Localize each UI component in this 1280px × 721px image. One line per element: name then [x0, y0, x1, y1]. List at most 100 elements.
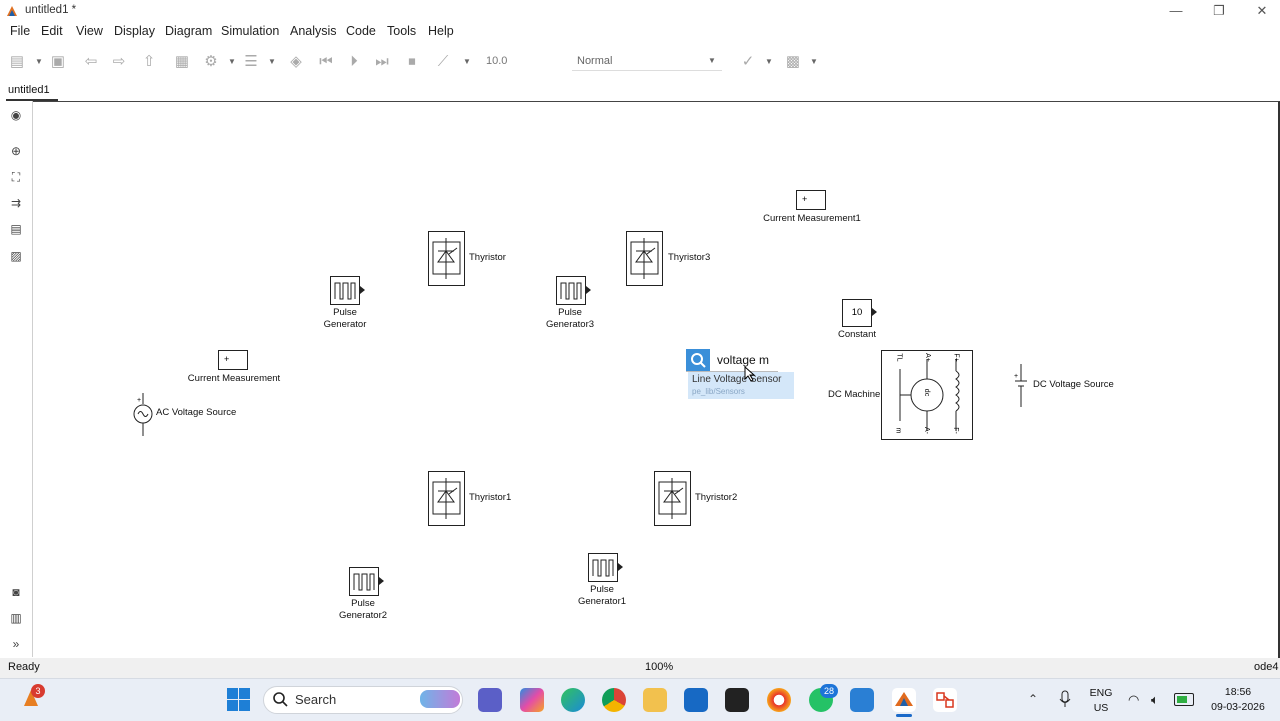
- simulation-mode-select[interactable]: Normal ▼: [572, 51, 722, 71]
- edge-icon[interactable]: [561, 688, 585, 712]
- pulse-generator-block[interactable]: [330, 276, 360, 305]
- terminal-icon[interactable]: [725, 688, 749, 712]
- ac-source-icon: +: [133, 393, 153, 436]
- taskbar-clock[interactable]: 18:56: [1206, 686, 1270, 698]
- thyristor-block[interactable]: [428, 231, 465, 286]
- menu-simulation[interactable]: Simulation: [221, 24, 279, 38]
- quick-insert-search-button[interactable]: [686, 349, 710, 371]
- back-icon[interactable]: ⇦: [82, 53, 100, 71]
- microphone-icon[interactable]: [1058, 690, 1072, 708]
- thyristor2-label: Thyristor2: [695, 492, 738, 503]
- fit-to-view-icon[interactable]: ⛶: [8, 169, 24, 185]
- chrome-icon[interactable]: [602, 688, 626, 712]
- quick-insert-input[interactable]: voltage m: [717, 353, 769, 367]
- pulse-generator2-label-1: Pulse: [351, 598, 375, 609]
- menu-edit[interactable]: Edit: [41, 24, 63, 38]
- file-explorer-icon[interactable]: [643, 688, 667, 712]
- pulse-generator3-block[interactable]: [556, 276, 586, 305]
- menu-view[interactable]: View: [76, 24, 103, 38]
- maximize-button[interactable]: ❐: [1197, 0, 1241, 21]
- status-solver[interactable]: ode4: [1254, 661, 1278, 673]
- settings-dropdown-icon[interactable]: ▼: [228, 57, 236, 66]
- tray-expand-icon[interactable]: ⌃: [1028, 692, 1038, 706]
- dc-port-a-minus: A-: [923, 427, 930, 434]
- menu-display[interactable]: Display: [114, 24, 155, 38]
- current-measurement-block[interactable]: +: [218, 350, 248, 370]
- menu-file[interactable]: File: [10, 24, 30, 38]
- stop-time-field[interactable]: 10.0: [480, 51, 552, 71]
- pulse-generator1-label-1: Pulse: [590, 584, 614, 595]
- simulink-icon[interactable]: [933, 688, 957, 712]
- hide-explorer-icon[interactable]: ◉: [8, 107, 24, 123]
- menu-analysis[interactable]: Analysis: [290, 24, 337, 38]
- data-inspector-icon[interactable]: ⟋: [434, 53, 452, 71]
- language-line-1[interactable]: ENG: [1086, 687, 1116, 699]
- model-advisor-icon[interactable]: ✓: [739, 53, 757, 71]
- pulse-generator3-label-1: Pulse: [558, 307, 582, 318]
- svg-text:+: +: [1014, 373, 1018, 380]
- start-icon[interactable]: [227, 688, 250, 711]
- run-icon[interactable]: ⏵: [345, 53, 363, 71]
- new-model-icon[interactable]: ▤: [8, 53, 26, 71]
- model-settings-icon[interactable]: ⚙: [202, 53, 220, 71]
- close-button[interactable]: ✕: [1240, 0, 1280, 21]
- expand-palette-icon[interactable]: »: [8, 636, 24, 652]
- thyristor-icon: [432, 478, 461, 519]
- outlook-icon[interactable]: [684, 688, 708, 712]
- signal-routing-icon[interactable]: ⇉: [8, 195, 24, 211]
- pulse-generator2-block[interactable]: [349, 567, 379, 596]
- menu-code[interactable]: Code: [346, 24, 376, 38]
- matlab-icon[interactable]: [892, 688, 916, 712]
- build-icon[interactable]: ▩: [784, 53, 802, 71]
- advisor-dropdown-icon[interactable]: ▼: [765, 57, 773, 66]
- library-browser-icon[interactable]: ▦: [173, 53, 191, 71]
- stop-icon[interactable]: ⏹: [403, 53, 421, 71]
- explorer-dropdown-icon[interactable]: ▼: [268, 57, 276, 66]
- build-dropdown-icon[interactable]: ▼: [810, 57, 818, 66]
- menu-tools[interactable]: Tools: [387, 24, 416, 38]
- constant-label: Constant: [837, 329, 877, 340]
- model-explorer-icon[interactable]: ☰: [242, 53, 260, 71]
- wifi-icon[interactable]: ◠: [1128, 692, 1139, 708]
- forward-icon[interactable]: ⇨: [110, 53, 128, 71]
- tab-untitled1[interactable]: untitled1: [8, 84, 50, 96]
- screenshot-icon[interactable]: ◙: [8, 584, 24, 600]
- language-line-2[interactable]: US: [1086, 702, 1116, 714]
- constant-block[interactable]: 10: [842, 299, 872, 327]
- thyristor1-block[interactable]: [428, 471, 465, 526]
- dc-port-f-plus: F+: [952, 353, 960, 362]
- save-icon[interactable]: ▣: [49, 53, 67, 71]
- volume-icon[interactable]: 🔈︎: [1151, 692, 1159, 708]
- thyristor-icon: [432, 238, 461, 279]
- taskbar-date[interactable]: 09-03-2026: [1206, 701, 1270, 713]
- thyristor2-block[interactable]: [654, 471, 691, 526]
- title-bar: [0, 0, 1280, 21]
- step-forward-icon[interactable]: ⏭: [373, 53, 391, 71]
- copilot-icon[interactable]: [520, 688, 544, 712]
- menu-help[interactable]: Help: [428, 24, 454, 38]
- pulse-wave-icon: [592, 559, 614, 577]
- dc-machine-block[interactable]: TL A+ F+ dc m A- F-: [881, 350, 973, 440]
- debug-icon[interactable]: ◈: [287, 53, 305, 71]
- tab-strip: [0, 80, 1280, 102]
- up-icon[interactable]: ⇧: [140, 53, 158, 71]
- inspector-dropdown-icon[interactable]: ▼: [463, 57, 471, 66]
- teams-icon[interactable]: [478, 688, 502, 712]
- thyristor3-block[interactable]: [626, 231, 663, 286]
- photos-icon[interactable]: [850, 688, 874, 712]
- minimize-button[interactable]: —: [1154, 0, 1198, 21]
- chrome-canary-icon[interactable]: [767, 688, 791, 712]
- current-measurement1-block[interactable]: +: [796, 190, 826, 210]
- zoom-icon[interactable]: ⊕: [8, 143, 24, 159]
- menu-diagram[interactable]: Diagram: [165, 24, 212, 38]
- new-dropdown-icon[interactable]: ▼: [35, 57, 43, 66]
- property-inspector-icon[interactable]: ▥: [8, 610, 24, 626]
- battery-icon[interactable]: [1174, 693, 1194, 706]
- pulse-generator1-label-2: Generator1: [577, 596, 627, 607]
- step-back-icon[interactable]: ⏮: [317, 53, 335, 71]
- image-icon[interactable]: ▨: [8, 248, 24, 264]
- annotation-icon[interactable]: ▤: [8, 221, 24, 237]
- ac-voltage-source-block[interactable]: +: [132, 393, 154, 437]
- pulse-generator1-block[interactable]: [588, 553, 618, 582]
- dc-voltage-source-block[interactable]: +: [1012, 364, 1030, 408]
